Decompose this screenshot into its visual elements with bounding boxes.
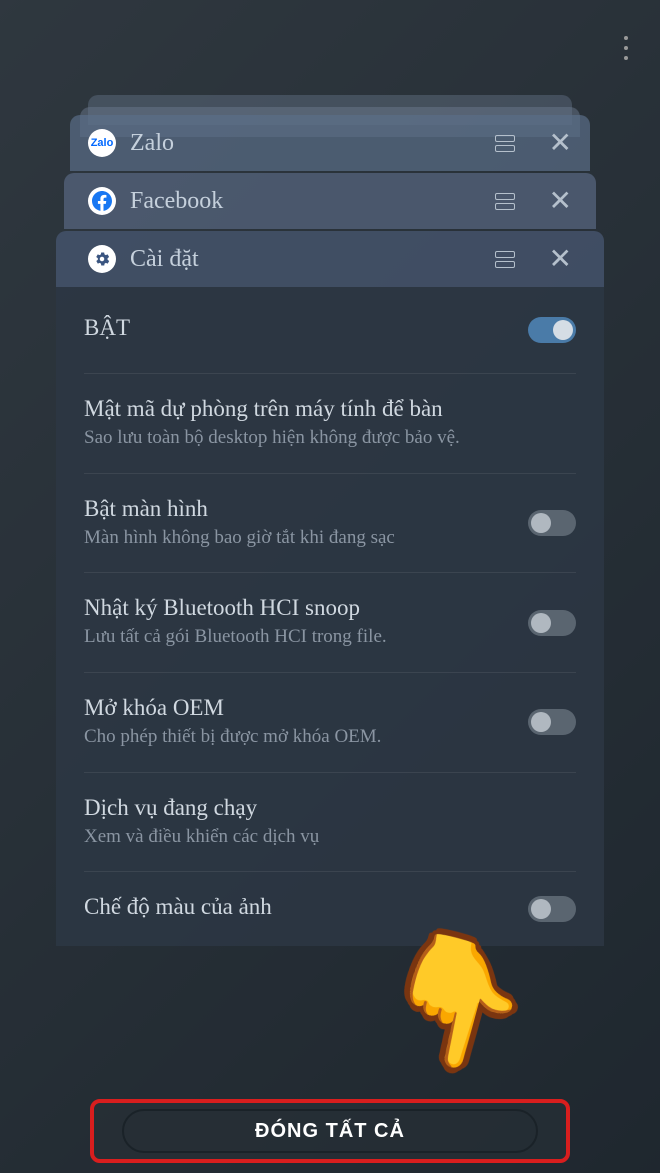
app-name-label: Facebook: [130, 188, 481, 215]
close-all-highlight: ĐÓNG TẤT CẢ: [90, 1099, 570, 1163]
more-options-button[interactable]: [624, 30, 628, 66]
toggle-switch[interactable]: [528, 317, 576, 343]
gear-icon: [88, 245, 116, 273]
app-card-settings[interactable]: Cài đặt ✕ BẬT Mật mã dự phòng trên máy t…: [70, 231, 590, 946]
zalo-icon: Zalo: [88, 129, 116, 157]
close-icon[interactable]: ✕: [549, 129, 572, 157]
toggle-switch[interactable]: [528, 610, 576, 636]
setting-subtitle: Xem và điều khiển các dịch vụ: [84, 825, 576, 850]
setting-subtitle: Lưu tất cả gói Bluetooth HCI trong file.: [84, 625, 528, 650]
toggle-switch[interactable]: [528, 709, 576, 735]
settings-content: BẬT Mật mã dự phòng trên máy tính để bàn…: [56, 287, 604, 946]
split-screen-icon[interactable]: [495, 193, 515, 210]
setting-title: Mật mã dự phòng trên máy tính để bàn: [84, 396, 576, 422]
split-screen-icon[interactable]: [495, 135, 515, 152]
setting-subtitle: Cho phép thiết bị được mở khóa OEM.: [84, 725, 528, 750]
setting-title: Bật màn hình: [84, 496, 528, 522]
setting-row[interactable]: Bật màn hình Màn hình không bao giờ tắt …: [84, 474, 576, 574]
app-card-facebook[interactable]: Facebook ✕: [70, 173, 590, 229]
recent-apps-stack: Zalo Zalo ✕ Facebook ✕ Cài đặt ✕: [70, 115, 590, 948]
toggle-switch[interactable]: [528, 510, 576, 536]
setting-title: BẬT: [84, 315, 528, 341]
setting-row[interactable]: Mật mã dự phòng trên máy tính để bàn Sao…: [84, 374, 576, 474]
setting-title: Nhật ký Bluetooth HCI snoop: [84, 595, 528, 621]
setting-row[interactable]: Nhật ký Bluetooth HCI snoop Lưu tất cả g…: [84, 573, 576, 673]
close-icon[interactable]: ✕: [549, 245, 572, 273]
app-name-label: Cài đặt: [130, 246, 481, 273]
close-icon[interactable]: ✕: [549, 187, 572, 215]
setting-row-master[interactable]: BẬT: [84, 287, 576, 374]
setting-row[interactable]: Dịch vụ đang chạy Xem và điều khiển các …: [84, 773, 576, 873]
app-name-label: Zalo: [130, 130, 481, 157]
setting-subtitle: Sao lưu toàn bộ desktop hiện không được …: [84, 426, 576, 451]
setting-row[interactable]: Mở khóa OEM Cho phép thiết bị được mở kh…: [84, 673, 576, 773]
facebook-icon: [88, 187, 116, 215]
setting-title: Mở khóa OEM: [84, 695, 528, 721]
split-screen-icon[interactable]: [495, 251, 515, 268]
setting-subtitle: Màn hình không bao giờ tắt khi đang sạc: [84, 526, 528, 551]
setting-title: Chế độ màu của ảnh: [84, 894, 528, 920]
app-card-zalo[interactable]: Zalo Zalo ✕: [70, 115, 590, 171]
setting-row[interactable]: Chế độ màu của ảnh: [84, 872, 576, 946]
setting-title: Dịch vụ đang chạy: [84, 795, 576, 821]
toggle-switch[interactable]: [528, 896, 576, 922]
close-all-button[interactable]: ĐÓNG TẤT CẢ: [122, 1109, 537, 1153]
